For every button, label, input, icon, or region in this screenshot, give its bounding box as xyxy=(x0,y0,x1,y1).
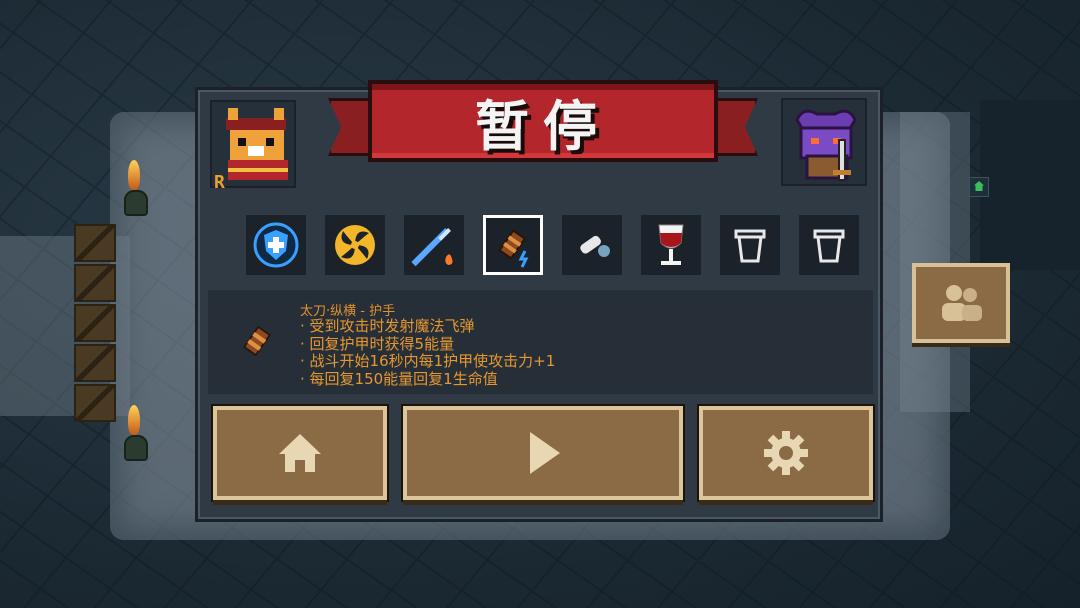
wine-glass-icon xyxy=(658,224,684,265)
shield-buff-icon xyxy=(253,222,299,268)
bracer-item-icon xyxy=(498,229,529,268)
banner-plate: 暂停 xyxy=(368,80,718,162)
torch xyxy=(120,160,148,216)
item-effect: 受到攻击时发射魔法飞弹 xyxy=(300,317,555,336)
inventory-slot-5[interactable] xyxy=(562,215,622,275)
resume-button[interactable] xyxy=(403,406,683,500)
inventory-slot-1[interactable] xyxy=(246,215,306,275)
inventory-slot-8[interactable] xyxy=(799,215,859,275)
inventory-slot-2[interactable] xyxy=(325,215,385,275)
empty-cup-icon xyxy=(813,229,845,263)
rank-badge: R xyxy=(214,172,225,190)
crate xyxy=(74,224,116,262)
empty-cup-icon xyxy=(734,229,766,263)
item-effect: 每回复150能量回复1生命值 xyxy=(300,370,555,389)
crate xyxy=(74,264,116,302)
cat-hero-icon: R xyxy=(214,108,288,193)
pause-title: 暂停 xyxy=(475,94,611,158)
item-effects-list: 受到攻击时发射魔法飞弹 回复护甲时获得5能量 战斗开始16秒内每1护甲使攻击力+… xyxy=(300,317,556,389)
dark-room xyxy=(980,100,1080,270)
item-description-panel: 太刀·纵横 - 护手 受到攻击时发射魔法飞弹 回复护甲时获得5能量 战斗开始16… xyxy=(208,290,873,394)
crate xyxy=(74,304,116,342)
pause-panel: R 暂停 太刀·纵横 - 护手 · 受到攻击时发射魔法飞弹 · 回复护甲时获得5… xyxy=(195,80,883,522)
title-banner: 暂停 xyxy=(328,80,758,178)
crate xyxy=(74,384,116,422)
bullet-item-icon xyxy=(580,235,610,257)
home-icon xyxy=(279,434,321,472)
crate-stack xyxy=(74,224,116,424)
character-portrait: R xyxy=(210,100,296,193)
inventory-slot-7[interactable] xyxy=(720,215,780,275)
torch xyxy=(120,405,148,461)
inventory-slot-3[interactable] xyxy=(404,215,464,275)
spear-weapon-icon xyxy=(411,228,453,267)
team-button[interactable] xyxy=(912,263,1010,343)
spiral-buff-icon xyxy=(335,225,375,265)
corridor-floor-right xyxy=(900,112,970,412)
pet-portrait xyxy=(781,98,867,186)
home-button[interactable] xyxy=(213,406,387,500)
team-icon xyxy=(942,285,982,321)
minimap-home-marker xyxy=(969,177,989,197)
crate xyxy=(74,344,116,382)
demon-pet-icon xyxy=(795,109,857,181)
settings-button[interactable] xyxy=(699,406,873,500)
play-icon xyxy=(530,432,560,474)
bracer-item-icon xyxy=(243,325,271,357)
inventory-slot-6[interactable] xyxy=(641,215,701,275)
gear-icon xyxy=(764,431,808,475)
item-effect: 回复护甲时获得5能量 xyxy=(300,335,555,354)
item-effect: 战斗开始16秒内每1护甲使攻击力+1 xyxy=(300,352,556,371)
inventory-slot-4[interactable] xyxy=(483,215,543,275)
inventory-bar xyxy=(246,215,859,275)
